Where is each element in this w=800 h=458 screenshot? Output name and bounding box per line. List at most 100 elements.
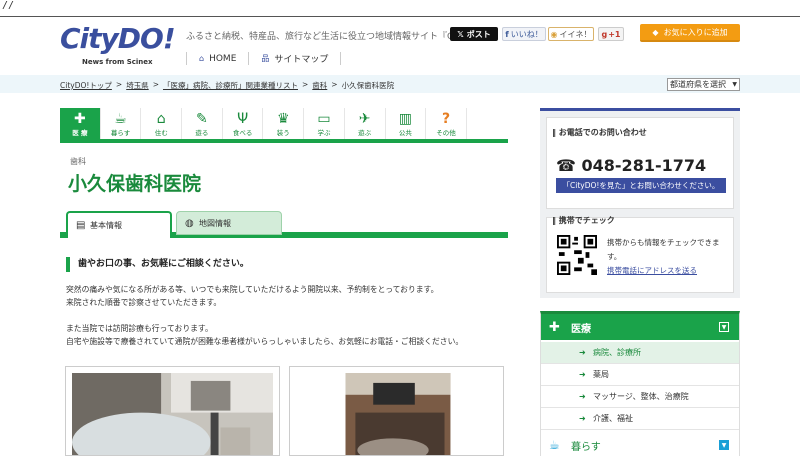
accordion-item-care[interactable]: ➜ 介護、福祉 <box>541 408 739 430</box>
intro-para1-line1: 突然の痛みや気になる所がある等、いつでも来院していただけるよう開院以来、予約制を… <box>66 285 439 294</box>
bookmark-icon: ◆ <box>652 27 659 37</box>
category-other[interactable]: ? その他 <box>426 108 467 139</box>
book-icon: ▭ <box>317 111 331 127</box>
accordion-medical-header[interactable]: ✚ 医療 ▼ <box>541 314 739 340</box>
accordion-item-label: 介護、福祉 <box>593 414 633 423</box>
breadcrumb-top[interactable]: CityDO!トップ <box>60 80 112 91</box>
mixi-iine-label: イイネ！ <box>559 29 592 39</box>
cup-icon: ☕ <box>114 111 127 127</box>
category-tabs: ✚ 医 療 ☕ 暮らす ⌂ 住む ✎ 遊る Ψ 食べる ♛ 装う ▭ 学ぶ ✈ 遊ぶ ▥ 公共 ?… <box>60 108 508 143</box>
category-label: その他 <box>436 129 456 137</box>
phone-heading: ‖ お電話でのお問い合わせ <box>552 128 647 137</box>
sitemap-icon: 品 <box>261 54 270 63</box>
gplus-label: +1 <box>608 29 621 39</box>
breadcrumb-prefecture[interactable]: 埼玉県 <box>126 80 149 91</box>
category-label: 医 療 <box>72 129 88 137</box>
medical-cross-icon: ✚ <box>549 319 560 335</box>
phone-note: 「CityDO!を見た」とお問い合わせください。 <box>556 178 726 193</box>
nav-home-label: HOME <box>209 53 237 64</box>
business-kind: 歯科 <box>70 157 86 166</box>
citydo-logo[interactable]: CityDO! News from Scinex <box>60 22 178 68</box>
mobile-text: 携帯からも情報をチェックできます。 携帯電話にアドレスを送る <box>607 236 732 278</box>
nav-home[interactable]: ⌂ HOME <box>186 52 248 65</box>
phone-heading-text: お電話でのお問い合わせ <box>558 128 647 137</box>
clinic-photo-2-image <box>296 373 497 455</box>
gplus-button[interactable]: g +1 <box>598 27 624 41</box>
category-label: 住む <box>154 129 168 137</box>
mobile-heading-text: 携帯でチェック <box>558 216 615 225</box>
category-label: 暮らす <box>110 129 131 137</box>
breadcrumb-sep: > <box>152 80 159 89</box>
breadcrumb-sep: > <box>301 80 309 89</box>
add-favorite-button[interactable]: ◆ お気に入りに追加 <box>640 24 740 42</box>
accordion-item-hospital[interactable]: ➜ 病院、診療所 <box>541 342 739 364</box>
category-label: 遊ぶ <box>358 129 372 137</box>
send-to-mobile-link[interactable]: 携帯電話にアドレスを送る <box>607 266 697 275</box>
tab-map-info[interactable]: ◍ 地図情報 <box>176 211 282 235</box>
nav-sitemap-label: サイトマップ <box>274 55 329 65</box>
phone-number[interactable]: ☎ 048-281-1774 <box>556 156 706 175</box>
mobile-description: 携帯からも情報をチェックできます。 <box>607 238 720 261</box>
accordion-medical-label: 医療 <box>571 323 591 335</box>
add-favorite-label: お気に入りに追加 <box>663 27 728 37</box>
x-post-button[interactable]: 𝕏 ポスト <box>450 27 498 41</box>
category-dress[interactable]: ♛ 装う <box>263 108 305 139</box>
site-tagline: ふるさと納税、特産品、旅行など生活に役立つ地域情報サイト『CityDO!』 <box>186 32 492 42</box>
nav-sitemap[interactable]: 品 サイトマップ <box>248 52 342 65</box>
facebook-like-button[interactable]: f いいね！ <box>502 27 546 41</box>
x-post-label: ポスト <box>466 29 491 39</box>
phone-number-text: 048-281-1774 <box>581 156 707 175</box>
expand-icon[interactable]: ▼ <box>719 440 729 450</box>
accordion-item-label: 薬局 <box>593 370 609 379</box>
tab-basic-info[interactable]: ▤ 基本情報 <box>66 211 172 238</box>
intro-para2-line2: 自宅や施設等で療養されていて通院が困難な患者様がいらっしゃいましたら、お気軽にお… <box>66 337 464 346</box>
accordion-living-label: 暮らす <box>571 441 601 453</box>
x-icon: 𝕏 <box>457 29 464 39</box>
plane-icon: ✈ <box>358 111 371 127</box>
breadcrumb-kind[interactable]: 歯科 <box>312 80 327 91</box>
house-icon: ⌂ <box>156 111 166 127</box>
breadcrumb-sep: > <box>115 80 123 89</box>
breadcrumb-industry[interactable]: 「医療」病院、診療所」関連業種リスト <box>163 80 298 91</box>
collapse-icon[interactable]: ▼ <box>719 322 729 332</box>
breadcrumb: CityDO!トップ > 埼玉県 > 「医療」病院、診療所」関連業種リスト > 歯科 >… <box>60 80 394 91</box>
phone-icon: ☎ <box>556 156 576 175</box>
category-living[interactable]: ☕ 暮らす <box>101 108 142 139</box>
category-label: 食べる <box>232 129 253 137</box>
clinic-photo-1 <box>65 366 280 456</box>
top-slashes: // <box>2 0 15 11</box>
category-label: 学ぶ <box>317 129 331 137</box>
document-icon: ▤ <box>76 220 86 231</box>
accordion-living-header[interactable]: ☕ 暮らす ▼ <box>541 432 739 458</box>
intro-para1-line2: 来院された順番で診察させていただきます。 <box>66 298 222 307</box>
arrow-right-icon: ➜ <box>579 370 586 379</box>
breadcrumb-current: 小久保歯科医院 <box>341 81 395 90</box>
category-housing[interactable]: ⌂ 住む <box>141 108 183 139</box>
arrow-right-icon: ➜ <box>579 392 586 401</box>
category-learn[interactable]: ▭ 学ぶ <box>304 108 345 139</box>
category-label: 装う <box>276 129 290 137</box>
category-medical[interactable]: ✚ 医 療 <box>60 108 101 139</box>
prefecture-select-value: 都道府県を選択 <box>670 80 726 89</box>
category-build[interactable]: ✎ 遊る <box>182 108 223 139</box>
prefecture-select[interactable]: 都道府県を選択 ▼ <box>667 78 740 91</box>
arrow-right-icon: ➜ <box>579 414 586 423</box>
accordion-item-pharmacy[interactable]: ➜ 薬局 <box>541 364 739 386</box>
globe-icon: ◍ <box>185 217 194 229</box>
category-accordion: ✚ 医療 ▼ ➜ 病院、診療所 ➜ 薬局 ➜ マッサージ、整体、治療院 ➜ 介護… <box>540 311 740 458</box>
facebook-icon: f <box>505 29 509 39</box>
logo-wordmark: CityDO! <box>60 22 176 55</box>
accordion-item-massage[interactable]: ➜ マッサージ、整体、治療院 <box>541 386 739 408</box>
category-eat[interactable]: Ψ 食べる <box>223 108 264 139</box>
medical-cross-icon: ✚ <box>73 111 86 127</box>
category-play[interactable]: ✈ 遊ぶ <box>345 108 386 139</box>
tab-map-label: 地図情報 <box>199 218 231 228</box>
top-divider <box>0 16 800 17</box>
logo-tagline: News from Scinex <box>82 58 153 66</box>
header-nav: ⌂ HOME 品 サイトマップ <box>186 52 342 65</box>
category-public[interactable]: ▥ 公共 <box>386 108 427 139</box>
arrow-right-icon: ➜ <box>579 348 586 357</box>
tools-icon: ✎ <box>196 111 208 127</box>
mixi-iine-button[interactable]: ◉ イイネ！ <box>548 27 594 41</box>
accordion-item-label: 病院、診療所 <box>593 348 641 357</box>
